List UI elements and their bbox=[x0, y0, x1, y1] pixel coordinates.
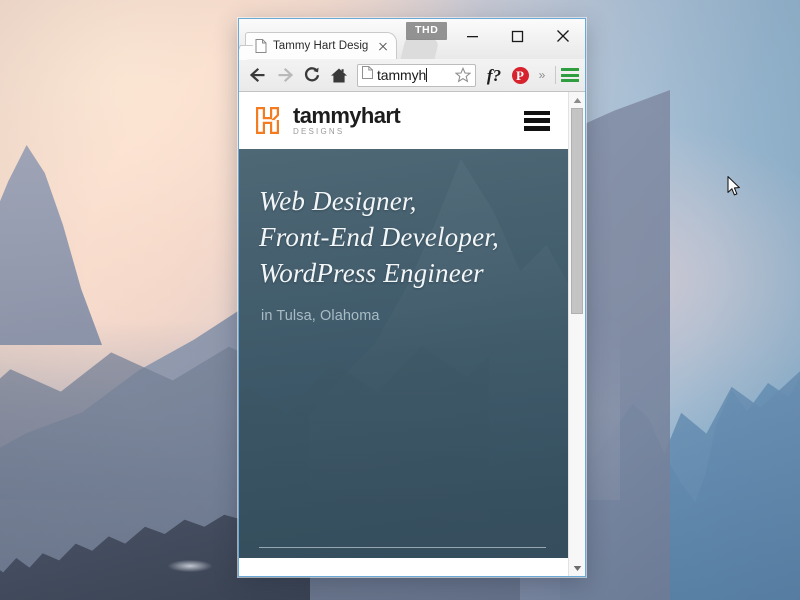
pinterest-extension-icon[interactable]: P bbox=[508, 63, 532, 87]
toolbar-overflow-icon[interactable]: » bbox=[534, 68, 550, 82]
headline-line-1: Web Designer, bbox=[259, 186, 417, 216]
site-menu-bar-3 bbox=[524, 126, 550, 131]
screen: Tammy Hart Desig THD tammyh f? P » tammy… bbox=[0, 0, 800, 600]
site-logo-text: tammyhart DESIGNS bbox=[293, 103, 401, 136]
fq-extension-glyph: f? bbox=[486, 65, 502, 85]
tammyhart-logo-icon bbox=[255, 106, 284, 135]
scroll-up-icon[interactable] bbox=[569, 92, 585, 108]
menu-bar-1 bbox=[561, 68, 579, 71]
bookmark-star-icon[interactable] bbox=[454, 67, 472, 83]
back-icon[interactable] bbox=[245, 63, 270, 88]
web-page: tammyhart DESIGNS Web Designer, Front-En… bbox=[239, 92, 568, 576]
site-logo-tagline: DESIGNS bbox=[293, 127, 345, 136]
text-caret bbox=[426, 68, 428, 82]
browser-window: Tammy Hart Desig THD tammyh f? P » tammy… bbox=[238, 18, 586, 577]
hero-link-design[interactable]: DESIGN › Portfolio, Dribbble bbox=[259, 547, 546, 558]
page-scrollbar[interactable] bbox=[568, 92, 585, 576]
hero-content: Web Designer, Front-End Developer, WordP… bbox=[259, 183, 546, 324]
page-viewport: tammyhart DESIGNS Web Designer, Front-En… bbox=[239, 92, 585, 576]
close-icon[interactable] bbox=[540, 19, 585, 53]
site-logo-name: tammyhart bbox=[293, 103, 401, 128]
browser-menu-icon[interactable] bbox=[561, 68, 579, 82]
headline-line-3: WordPress Engineer bbox=[259, 258, 484, 289]
scroll-down-icon[interactable] bbox=[569, 560, 585, 576]
hero-section: Web Designer, Front-End Developer, WordP… bbox=[239, 149, 568, 558]
fq-extension-icon[interactable]: f? bbox=[482, 63, 506, 87]
reload-icon[interactable] bbox=[299, 63, 324, 88]
forward-icon bbox=[272, 63, 297, 88]
site-logo[interactable]: tammyhart DESIGNS bbox=[255, 105, 524, 136]
site-menu-bar-1 bbox=[524, 110, 550, 115]
status-badge: THD bbox=[406, 22, 448, 40]
url-value: tammyh bbox=[377, 67, 427, 83]
minimize-icon[interactable] bbox=[450, 19, 495, 53]
page-icon bbox=[255, 39, 267, 53]
pinterest-glyph: P bbox=[511, 66, 529, 84]
menu-bar-2 bbox=[561, 73, 579, 77]
maximize-icon[interactable] bbox=[495, 19, 540, 53]
headline-line-2: Front-End Developer, bbox=[259, 222, 499, 253]
site-header: tammyhart DESIGNS bbox=[239, 92, 568, 149]
home-icon[interactable] bbox=[326, 63, 351, 88]
hero-link-list: DESIGN › Portfolio, Dribbble DEVELOPMENT… bbox=[259, 547, 546, 558]
browser-tab[interactable]: Tammy Hart Desig bbox=[245, 32, 397, 59]
address-bar-text[interactable]: tammyh bbox=[377, 67, 454, 83]
site-menu-icon[interactable] bbox=[524, 110, 550, 131]
scrollbar-thumb[interactable] bbox=[571, 108, 583, 314]
new-tab-button[interactable] bbox=[400, 39, 440, 59]
site-menu-bar-2 bbox=[524, 118, 550, 123]
page-subtitle: in Tulsa, Olahoma bbox=[261, 307, 380, 324]
address-bar[interactable]: tammyh bbox=[357, 63, 476, 87]
close-tab-icon[interactable] bbox=[376, 39, 390, 53]
page-icon bbox=[362, 66, 373, 84]
browser-titlebar[interactable]: Tammy Hart Desig THD bbox=[239, 19, 585, 59]
page-title: Web Designer, Front-End Developer, WordP… bbox=[259, 183, 546, 292]
browser-toolbar: tammyh f? P » bbox=[239, 59, 585, 92]
window-controls bbox=[450, 19, 585, 53]
toolbar-divider bbox=[555, 66, 556, 84]
tab-title: Tammy Hart Desig bbox=[273, 40, 369, 52]
menu-bar-3 bbox=[561, 79, 579, 82]
